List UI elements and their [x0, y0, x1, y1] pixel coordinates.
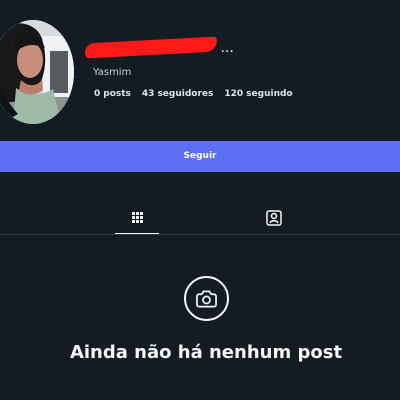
- tabs-divider: [0, 234, 400, 235]
- tab-tagged[interactable]: [250, 200, 298, 235]
- username-ellipsis: ...: [221, 44, 235, 55]
- profile-page: ... Yasmim 0 posts 43 seguidores 120 seg…: [0, 0, 400, 400]
- person-tag-icon: [265, 209, 283, 227]
- profile-tabs: [0, 200, 400, 235]
- followers-count[interactable]: 43 seguidores: [142, 89, 213, 99]
- profile-avatar[interactable]: [0, 20, 74, 124]
- grid-icon: [131, 212, 143, 223]
- display-name: Yasmim: [93, 67, 132, 78]
- redacted-username: [85, 36, 217, 59]
- avatar-photo: [0, 20, 74, 124]
- followers-count-value: 43: [141, 89, 155, 99]
- tab-posts-grid[interactable]: [113, 200, 161, 235]
- following-count-value: 120: [224, 89, 244, 99]
- empty-posts-title: Ainda não há nenhum post: [69, 342, 343, 363]
- follow-button[interactable]: Seguir: [0, 141, 400, 172]
- posts-count: 0 posts: [94, 89, 131, 99]
- posts-count-value: 0: [94, 89, 101, 99]
- posts-count-label: posts: [103, 89, 131, 99]
- following-count-label: seguindo: [246, 89, 293, 99]
- followers-count-label: seguidores: [157, 89, 214, 99]
- username-row: ...: [85, 36, 235, 59]
- following-count[interactable]: 120 seguindo: [224, 89, 292, 99]
- camera-icon: [184, 276, 229, 321]
- profile-stats: 0 posts 43 seguidores 120 seguindo: [94, 89, 293, 99]
